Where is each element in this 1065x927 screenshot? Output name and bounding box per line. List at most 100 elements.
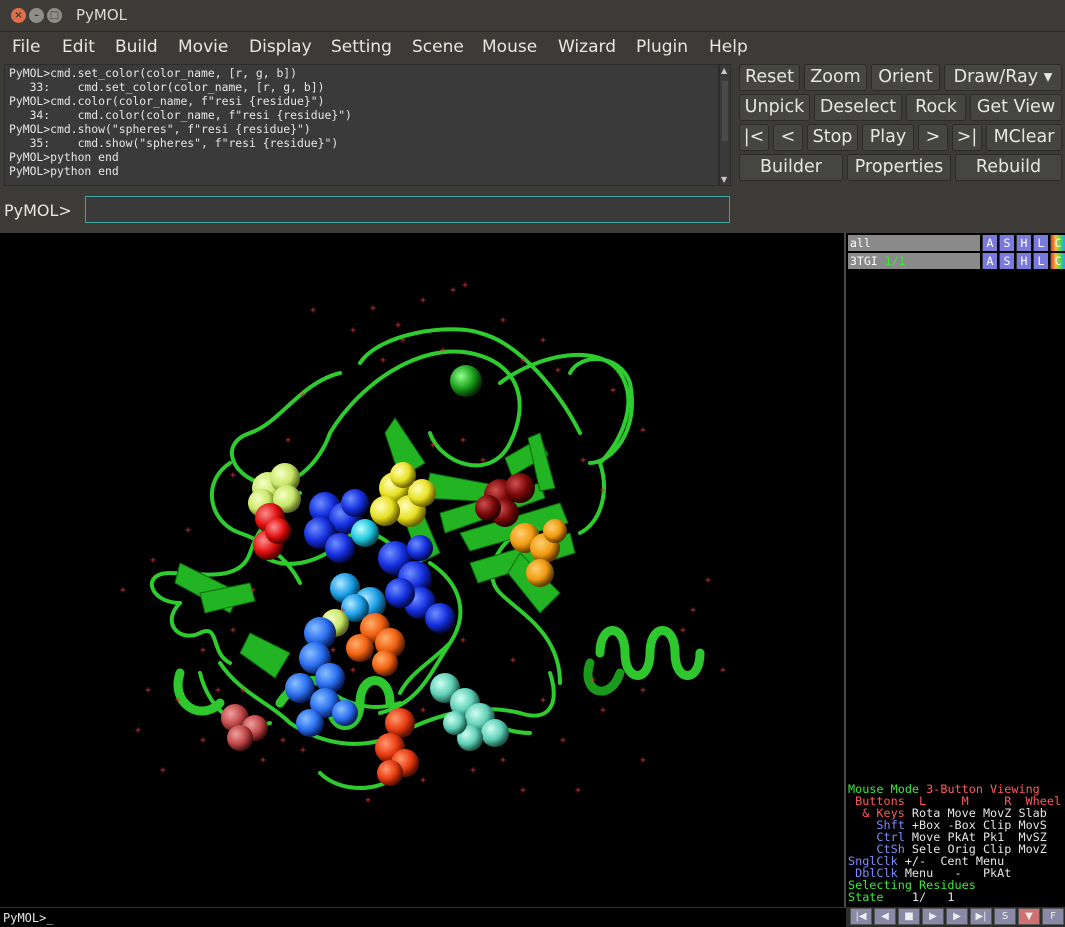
svg-text:+: + xyxy=(200,645,206,656)
dropdown-icon[interactable]: ▼ xyxy=(1018,908,1040,925)
svg-text:+: + xyxy=(175,695,181,706)
svg-text:+: + xyxy=(300,745,306,756)
svg-text:+: + xyxy=(280,735,286,746)
mouse-mode-info[interactable]: Mouse Mode 3-Button Viewing Buttons L M … xyxy=(848,783,1065,903)
show-button[interactable]: S xyxy=(999,235,1014,251)
object-state: 1/1 xyxy=(884,254,906,268)
command-input[interactable] xyxy=(85,196,730,223)
svg-text:+: + xyxy=(370,303,376,314)
stop-button[interactable]: Stop xyxy=(807,124,858,151)
hide-button[interactable]: H xyxy=(1016,253,1031,269)
svg-text:+: + xyxy=(185,525,191,536)
svg-text:+: + xyxy=(310,305,316,316)
play-icon[interactable]: ▶ xyxy=(922,908,944,925)
menu-help[interactable]: Help xyxy=(709,37,748,57)
command-log[interactable]: PyMOL>cmd.set_color(color_name, [r, g, b… xyxy=(4,64,719,186)
svg-text:+: + xyxy=(200,735,206,746)
svg-text:+: + xyxy=(460,435,466,446)
draw-ray-button[interactable]: Draw/Ray ▾ xyxy=(944,64,1062,91)
minimize-icon[interactable]: – xyxy=(29,8,44,23)
menu-edit[interactable]: Edit xyxy=(62,37,95,57)
svg-text:+: + xyxy=(690,605,696,616)
menu-scene[interactable]: Scene xyxy=(412,37,464,57)
svg-text:+: + xyxy=(640,685,646,696)
rewind-icon[interactable]: |◀ xyxy=(850,908,872,925)
menu-setting[interactable]: Setting xyxy=(331,37,392,57)
svg-text:+: + xyxy=(300,390,306,401)
svg-text:+: + xyxy=(590,675,596,686)
scene-icon[interactable]: S xyxy=(994,908,1016,925)
object-row-3tgi[interactable]: 3TGI 1/1 A S H L C xyxy=(848,253,1065,269)
menu-mouse[interactable]: Mouse xyxy=(482,37,537,57)
label-button[interactable]: L xyxy=(1033,235,1048,251)
object-row-all[interactable]: all A S H L C xyxy=(848,235,1065,251)
action-button[interactable]: A xyxy=(982,235,997,251)
svg-text:+: + xyxy=(705,575,711,586)
color-button[interactable]: C xyxy=(1050,235,1065,251)
label-button[interactable]: L xyxy=(1033,253,1048,269)
unpick-button[interactable]: Unpick xyxy=(739,94,810,121)
svg-text:+: + xyxy=(150,555,156,566)
menu-bar: File Edit Build Movie Display Setting Sc… xyxy=(0,33,1065,63)
svg-text:+: + xyxy=(510,655,516,666)
rock-button[interactable]: Rock xyxy=(906,94,966,121)
next-frame-button[interactable]: > xyxy=(918,124,948,151)
close-icon[interactable]: × xyxy=(11,8,26,23)
log-scrollbar[interactable]: ▲ ▼ xyxy=(719,64,731,186)
viewer-command-line[interactable]: PyMOL>_ xyxy=(0,907,846,927)
svg-text:+: + xyxy=(640,755,646,766)
action-button[interactable]: A xyxy=(982,253,997,269)
show-button[interactable]: S xyxy=(999,253,1014,269)
stop-icon[interactable]: ■ xyxy=(898,908,920,925)
playback-bar: |◀ ◀ ■ ▶ ▶ ▶| S ▼ F xyxy=(846,907,1065,927)
orient-button[interactable]: Orient xyxy=(871,64,940,91)
molecule-viewport[interactable]: + + + + + + + + + + + + + + + + + + + + + + + + + + + + + + + + + + + + + + + +… xyxy=(0,233,844,907)
object-name[interactable]: all xyxy=(848,235,980,251)
zoom-button[interactable]: Zoom xyxy=(804,64,867,91)
svg-text:+: + xyxy=(215,685,221,696)
svg-text:+: + xyxy=(330,645,336,656)
svg-text:+: + xyxy=(120,585,126,596)
menu-display[interactable]: Display xyxy=(249,37,312,57)
object-name[interactable]: 3TGI 1/1 xyxy=(848,253,980,269)
properties-button[interactable]: Properties xyxy=(847,154,951,181)
svg-text:+: + xyxy=(420,775,426,786)
hide-button[interactable]: H xyxy=(1016,235,1031,251)
menu-movie[interactable]: Movie xyxy=(178,37,228,57)
menu-plugin[interactable]: Plugin xyxy=(636,37,688,57)
scroll-thumb[interactable] xyxy=(722,81,728,141)
svg-text:+: + xyxy=(450,285,456,296)
step-forward-icon[interactable]: ▶ xyxy=(946,908,968,925)
step-back-icon[interactable]: ◀ xyxy=(874,908,896,925)
svg-text:+: + xyxy=(420,705,426,716)
fullscreen-icon[interactable]: F xyxy=(1042,908,1064,925)
svg-text:+: + xyxy=(145,685,151,696)
builder-button[interactable]: Builder xyxy=(739,154,843,181)
rebuild-button[interactable]: Rebuild xyxy=(955,154,1062,181)
scroll-down-icon[interactable]: ▼ xyxy=(721,175,727,184)
object-panel: all A S H L C 3TGI 1/1 A S H L C Mouse M… xyxy=(844,233,1065,907)
fast-forward-icon[interactable]: ▶| xyxy=(970,908,992,925)
menu-file[interactable]: File xyxy=(12,37,40,57)
scroll-up-icon[interactable]: ▲ xyxy=(721,66,727,75)
menu-build[interactable]: Build xyxy=(115,37,158,57)
first-frame-button[interactable]: |< xyxy=(739,124,769,151)
svg-text:+: + xyxy=(400,335,406,346)
get-view-button[interactable]: Get View xyxy=(970,94,1062,121)
svg-text:+: + xyxy=(470,765,476,776)
svg-text:+: + xyxy=(250,585,256,596)
maximize-icon[interactable]: □ xyxy=(47,8,62,23)
svg-text:+: + xyxy=(260,755,266,766)
reset-button[interactable]: Reset xyxy=(739,64,800,91)
prev-frame-button[interactable]: < xyxy=(773,124,803,151)
deselect-button[interactable]: Deselect xyxy=(814,94,902,121)
mclear-button[interactable]: MClear xyxy=(986,124,1062,151)
svg-text:+: + xyxy=(520,785,526,796)
svg-text:+: + xyxy=(540,695,546,706)
menu-wizard[interactable]: Wizard xyxy=(558,37,616,57)
prompt-label: PyMOL> xyxy=(4,201,72,220)
play-button[interactable]: Play xyxy=(862,124,914,151)
last-frame-button[interactable]: >| xyxy=(952,124,982,151)
svg-text:+: + xyxy=(160,765,166,776)
color-button[interactable]: C xyxy=(1050,253,1065,269)
